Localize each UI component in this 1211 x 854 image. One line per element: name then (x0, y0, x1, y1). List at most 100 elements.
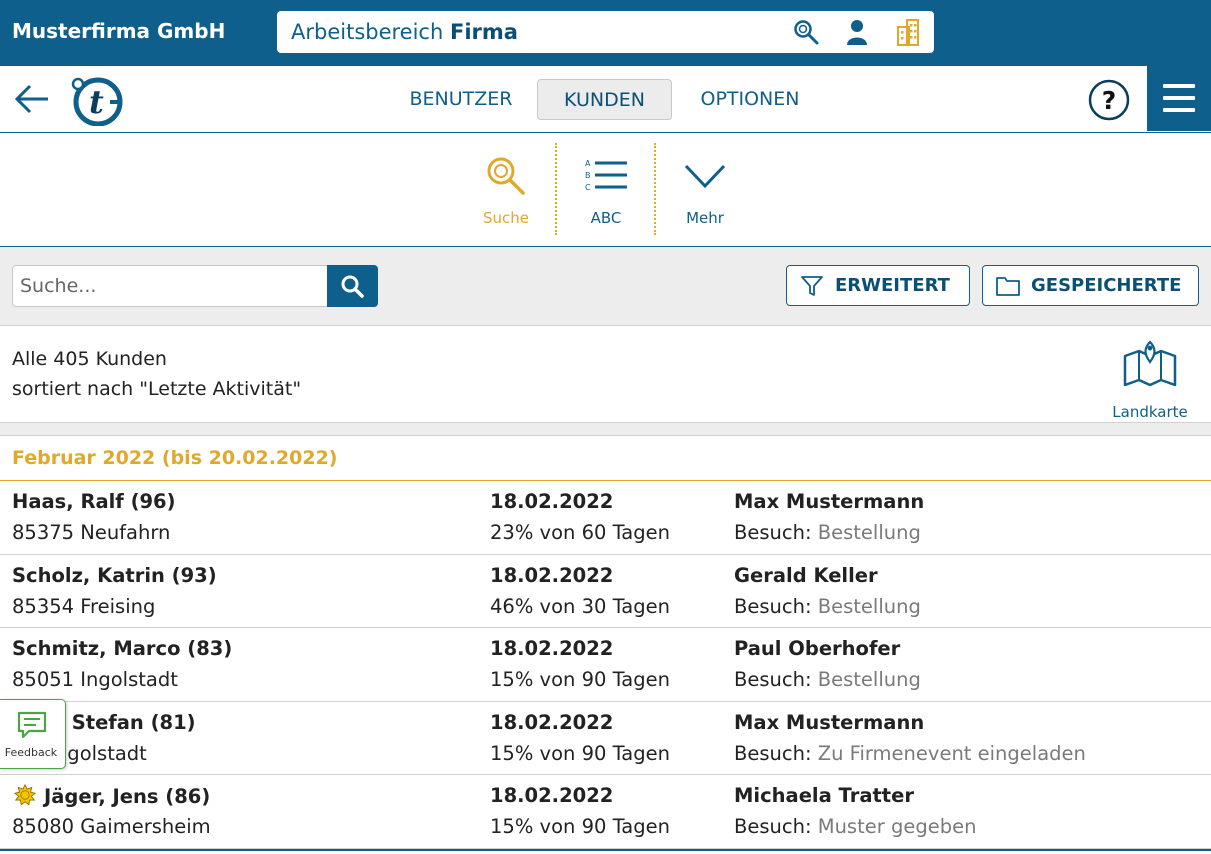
group-title: Februar 2022 (bis 20.02.2022) (12, 447, 338, 469)
hamburger-menu-button[interactable] (1147, 66, 1211, 131)
workspace-title: Arbeitsbereich Firma (291, 20, 518, 44)
activity-info: Besuch: Bestellung (734, 521, 921, 544)
assigned-user: Paul Oberhofer (734, 637, 901, 660)
map-button[interactable]: Landkarte (1105, 336, 1195, 421)
activity-detail: Muster gegeben (817, 815, 977, 838)
magnifier-icon (487, 157, 525, 195)
activity-type: Besuch: (734, 815, 812, 838)
search-icon (341, 275, 364, 298)
feedback-button[interactable]: Feedback (0, 699, 66, 769)
customer-name: Jäger, Jens (86) (44, 785, 211, 808)
search-tool-label: Suche (482, 209, 529, 227)
bottom-divider (0, 849, 1211, 854)
activity-detail: Zu Firmenevent eingeladen (817, 741, 1086, 765)
activity-date: 18.02.2022 (490, 784, 614, 807)
results-sort: sortiert nach "Letzte Aktivität" (12, 378, 302, 400)
customer-name[interactable]: Schmitz, Marco (83) (12, 637, 232, 660)
workspace-name: Firma (449, 20, 518, 44)
assigned-user: Max Mustermann (734, 710, 925, 734)
customer-city: 85051 Ingolstadt (12, 668, 178, 691)
customer-name[interactable]: Haas, Ralf (96) (12, 490, 176, 513)
back-arrow-icon[interactable] (14, 84, 50, 114)
customer-row[interactable]: ...dt, Stefan (81) ...9 Ingolstadt 18.02… (0, 701, 1211, 775)
customer-city: 85375 Neufahrn (12, 521, 171, 544)
activity-detail: Bestellung (817, 668, 921, 691)
customer-name[interactable]: Scholz, Katrin (93) (12, 564, 217, 587)
group-header: Februar 2022 (bis 20.02.2022) (0, 437, 1211, 481)
activity-progress: 15% von 90 Tagen (490, 741, 670, 765)
abc-tool-label: ABC (590, 209, 622, 227)
activity-date: 18.02.2022 (490, 637, 614, 660)
customer-name-wrap[interactable]: Jäger, Jens (86) (12, 784, 210, 808)
activity-type: Besuch: (734, 521, 812, 544)
feedback-label: Feedback (4, 746, 58, 759)
activity-type: Besuch: (734, 741, 812, 765)
abc-letter-c: C (585, 183, 591, 192)
activity-date: 18.02.2022 (490, 490, 614, 513)
activity-info: Besuch: Muster gegeben (734, 815, 976, 838)
company-name: Musterfirma GmbH (12, 19, 226, 43)
customer-row[interactable]: Haas, Ralf (96) 85375 Neufahrn 18.02.202… (0, 481, 1211, 555)
assigned-user: Gerald Keller (734, 563, 878, 587)
more-tool-label: Mehr (686, 209, 724, 227)
results-summary: Alle 405 Kunden sortiert nach "Letzte Ak… (0, 326, 1211, 423)
workspace-bar[interactable]: Arbeitsbereich Firma (277, 11, 934, 53)
building-icon[interactable] (894, 18, 922, 46)
saved-searches-label: GESPEICHERTE (1031, 275, 1182, 296)
user-icon[interactable] (843, 18, 871, 46)
assigned-user: Max Mustermann (734, 490, 925, 513)
chat-bubble-icon (17, 711, 47, 739)
abc-list-icon: A B C (585, 159, 627, 192)
advanced-filter-button[interactable]: ERWEITERT (786, 265, 970, 306)
workspace-prefix: Arbeitsbereich (291, 20, 444, 44)
activity-info: Besuch: Bestellung (734, 668, 921, 691)
nav-bar: t BENUTZER KUNDEN OPTIONEN ? (0, 66, 1211, 133)
menu-bar-icon (1163, 96, 1195, 100)
svg-text:t: t (89, 83, 104, 121)
abc-letter-b: B (585, 171, 591, 180)
tab-benutzer[interactable]: BENUTZER (396, 79, 526, 120)
activity-date: 18.02.2022 (490, 563, 614, 587)
map-label: Landkarte (1112, 403, 1188, 421)
filter-icon (801, 276, 823, 296)
customer-row[interactable]: Jäger, Jens (86) 85080 Gaimersheim 18.02… (0, 775, 1211, 849)
app-logo[interactable]: t (70, 74, 124, 126)
top-bar: Musterfirma GmbH Arbeitsbereich Firma (0, 0, 1211, 66)
activity-type: Besuch: (734, 594, 812, 618)
sun-icon (13, 784, 37, 806)
abc-tool-button[interactable]: A B C ABC (557, 133, 655, 247)
search-zoom-icon[interactable] (792, 18, 820, 46)
help-icon[interactable]: ? (1088, 79, 1130, 121)
results-count: Alle 405 Kunden (12, 348, 167, 370)
abc-letter-a: A (585, 159, 591, 168)
activity-progress: 15% von 90 Tagen (490, 668, 670, 691)
customer-row[interactable]: Schmitz, Marco (83) 85051 Ingolstadt 18.… (0, 628, 1211, 702)
customer-list: Haas, Ralf (96) 85375 Neufahrn 18.02.202… (0, 481, 1211, 849)
activity-detail: Bestellung (817, 594, 921, 618)
separator (0, 423, 1211, 436)
activity-detail: Bestellung (817, 521, 921, 544)
tab-optionen[interactable]: OPTIONEN (684, 79, 816, 120)
map-icon (1123, 340, 1177, 387)
menu-bar-icon (1163, 108, 1195, 112)
customer-city: 85354 Freising (12, 594, 156, 618)
activity-date: 18.02.2022 (490, 710, 614, 734)
search-tool-button[interactable]: Suche (457, 133, 555, 247)
assigned-user: Michaela Tratter (734, 784, 914, 807)
saved-searches-button[interactable]: GESPEICHERTE (982, 265, 1199, 306)
chevron-down-icon (684, 164, 726, 189)
customer-city: 85080 Gaimersheim (12, 815, 211, 838)
search-row: ERWEITERT GESPEICHERTE (0, 247, 1211, 326)
search-button[interactable] (327, 265, 378, 307)
activity-progress: 15% von 90 Tagen (490, 815, 670, 838)
customer-row[interactable]: Scholz, Katrin (93) 85354 Freising 18.02… (0, 554, 1211, 628)
activity-type: Besuch: (734, 668, 812, 691)
tab-kunden[interactable]: KUNDEN (537, 79, 672, 120)
activity-info: Besuch: Bestellung (734, 595, 921, 618)
menu-bar-icon (1163, 84, 1195, 88)
activity-progress: 46% von 30 Tagen (490, 594, 670, 618)
advanced-filter-label: ERWEITERT (835, 275, 950, 296)
search-input[interactable] (12, 265, 328, 307)
activity-info: Besuch: Zu Firmenevent eingeladen (734, 742, 1086, 765)
more-tool-button[interactable]: Mehr (656, 133, 754, 247)
